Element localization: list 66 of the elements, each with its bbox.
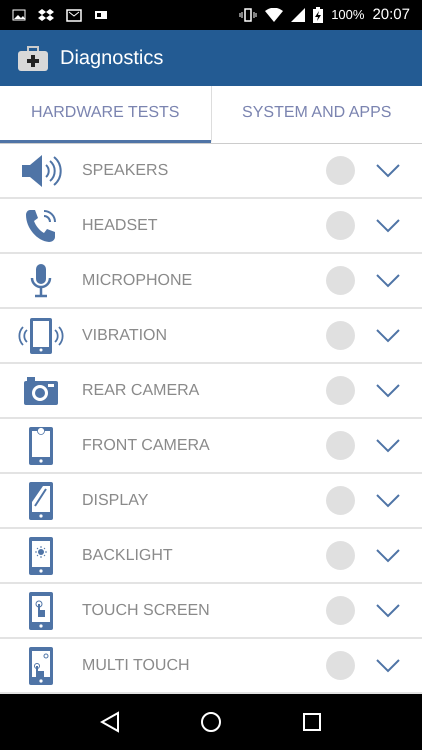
document-icon	[94, 9, 108, 21]
speaker-icon	[20, 152, 62, 188]
recents-icon[interactable]	[302, 712, 322, 732]
status-indicator	[326, 541, 355, 570]
test-row[interactable]: DISPLAY	[0, 474, 422, 529]
test-label: SPEAKERS	[82, 160, 170, 180]
status-indicator	[326, 376, 355, 405]
phone-front-camera-icon	[29, 426, 53, 464]
phone-multi-touch-icon	[29, 646, 53, 684]
test-row[interactable]: VIBRATION	[0, 309, 422, 364]
phone-brightness-icon	[29, 536, 53, 574]
camera-icon	[24, 376, 58, 404]
status-indicator	[326, 266, 355, 295]
test-label: HEADSET	[82, 216, 159, 236]
microphone-icon	[30, 262, 52, 298]
test-label: DISPLAY	[82, 490, 150, 510]
chevron-down-icon[interactable]	[376, 438, 400, 452]
vibrating-phone-icon	[18, 316, 64, 354]
first-aid-kit-icon	[18, 45, 48, 71]
status-indicator	[326, 596, 355, 625]
test-row[interactable]: SPEAKERS	[0, 144, 422, 199]
test-label: FRONT CAMERA	[82, 436, 211, 456]
status-indicator	[326, 486, 355, 515]
test-label: TOUCH SCREEN	[82, 600, 211, 620]
clock: 20:07	[372, 4, 410, 25]
test-label: VIBRATION	[82, 326, 168, 346]
battery-percent: 100%	[331, 6, 364, 24]
tab[interactable]: HARDWARE TESTS	[0, 86, 210, 143]
box-icon	[38, 8, 54, 22]
tab[interactable]: SYSTEM AND APPS	[210, 86, 422, 143]
chevron-down-icon[interactable]	[376, 494, 400, 508]
chevron-down-icon[interactable]	[376, 328, 400, 342]
vibrate-icon	[239, 8, 258, 22]
chevron-down-icon[interactable]	[376, 384, 400, 398]
test-row[interactable]: HEADSET	[0, 199, 422, 254]
test-label: MICROPHONE	[82, 270, 194, 290]
signal-icon	[291, 8, 306, 22]
test-label: BACKLIGHT	[82, 546, 174, 566]
test-label: MULTI TOUCH	[82, 656, 191, 676]
test-row[interactable]: REAR CAMERA	[0, 364, 422, 419]
phone-display-icon	[29, 482, 53, 520]
status-indicator	[326, 211, 355, 240]
status-indicator	[326, 156, 355, 185]
chevron-down-icon[interactable]	[376, 658, 400, 672]
chevron-down-icon[interactable]	[376, 548, 400, 562]
test-label: REAR CAMERA	[82, 380, 200, 400]
test-row[interactable]: FRONT CAMERA	[0, 419, 422, 474]
chevron-down-icon[interactable]	[376, 604, 400, 618]
wifi-icon	[265, 8, 284, 22]
test-row[interactable]: TOUCH SCREEN	[0, 584, 422, 639]
app-title: Diagnostics	[60, 46, 164, 71]
back-icon[interactable]	[100, 711, 120, 733]
chevron-down-icon[interactable]	[376, 274, 400, 288]
status-indicator	[326, 321, 355, 350]
image-icon	[12, 9, 26, 21]
chevron-down-icon[interactable]	[376, 218, 400, 232]
phone-touch-icon	[29, 592, 53, 630]
phone-handset-icon	[24, 208, 58, 244]
home-icon[interactable]	[200, 711, 222, 733]
test-row[interactable]: MICROPHONE	[0, 254, 422, 309]
mail-icon	[66, 8, 82, 22]
battery-charging-icon	[313, 7, 324, 23]
status-indicator	[326, 651, 355, 680]
test-row[interactable]: BACKLIGHT	[0, 529, 422, 584]
chevron-down-icon[interactable]	[376, 164, 400, 178]
status-indicator	[326, 431, 355, 460]
